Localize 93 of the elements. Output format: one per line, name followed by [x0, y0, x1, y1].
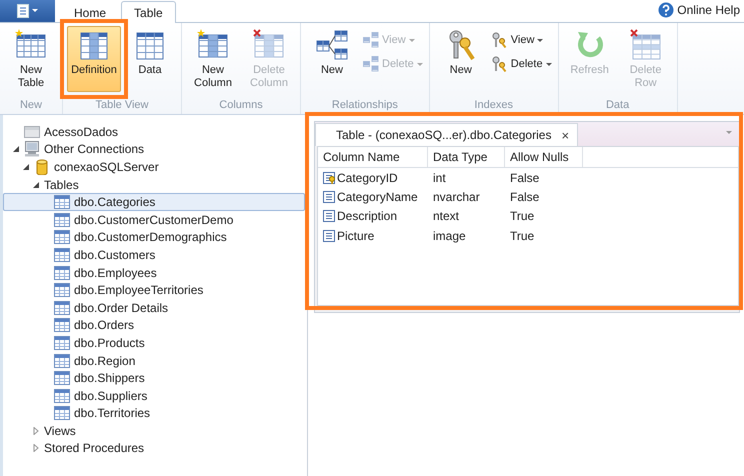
column-header[interactable]: Allow Nulls — [505, 147, 583, 167]
document-icon — [16, 4, 28, 18]
tree-item[interactable]: dbo.Orders — [3, 316, 305, 334]
table-icon — [54, 194, 70, 210]
tree-item[interactable]: dbo.CustomerDemographics — [3, 228, 305, 246]
table-icon — [54, 229, 70, 246]
ribbon-button[interactable]: Delete — [490, 54, 554, 74]
close-button[interactable]: × — [561, 128, 570, 142]
table-cell: False — [510, 190, 540, 204]
ribbon-button[interactable]: Data — [123, 26, 177, 92]
computer-icon — [24, 141, 40, 158]
table-cell: image — [433, 228, 466, 243]
table-icon — [54, 282, 70, 298]
ribbon-button[interactable]: Definition — [67, 26, 121, 92]
caret-icon — [726, 131, 733, 135]
table-icon — [54, 264, 70, 281]
folder-icon — [24, 124, 40, 140]
key-icon — [492, 56, 508, 72]
app-menu-button[interactable] — [0, 0, 55, 22]
group-label: Relationships — [330, 99, 399, 113]
table-icon — [54, 212, 70, 228]
menu-tab[interactable]: Home — [61, 2, 120, 22]
table-icon — [54, 388, 70, 404]
tree-item[interactable]: dbo.Employees — [3, 264, 305, 282]
table-cell: Description — [337, 209, 398, 224]
collapse-arrow-icon — [22, 162, 30, 171]
expand-arrow-icon — [32, 444, 40, 452]
table-icon — [54, 300, 70, 316]
ribbon-button[interactable]: New Table — [4, 26, 58, 92]
group-label: New — [18, 99, 43, 113]
tree-item[interactable]: Views — [3, 422, 305, 440]
caret-icon — [546, 62, 552, 66]
tree-item[interactable]: dbo.Suppliers — [3, 386, 305, 404]
help-link[interactable]: Online Help — [658, 2, 740, 18]
tree-item[interactable]: Stored Procedures — [3, 440, 305, 458]
table-cell: CategoryID — [337, 170, 398, 185]
table-cell: Picture — [337, 228, 374, 243]
ribbon-button[interactable]: New — [434, 26, 488, 92]
caret-icon — [537, 38, 544, 42]
table-cell: ntext — [433, 209, 460, 224]
relationship-icon — [363, 56, 379, 72]
table-cell: nvarchar — [433, 190, 480, 204]
table-cell: True — [510, 228, 534, 243]
relationship-icon — [363, 32, 379, 48]
table-cell: CategoryName — [337, 190, 418, 204]
table-icon — [54, 352, 70, 369]
database-icon — [34, 158, 50, 175]
collapse-arrow-icon — [32, 180, 40, 189]
table-icon — [54, 334, 70, 351]
tree-item[interactable]: dbo.Products — [3, 334, 305, 352]
menu-tab[interactable]: Table — [121, 1, 176, 23]
tree-item[interactable]: Tables — [3, 176, 305, 194]
tree-item[interactable]: dbo.CustomerCustomerDemo — [3, 210, 305, 229]
collapse-arrow-icon — [12, 145, 20, 154]
table-icon — [54, 317, 70, 334]
tree-item[interactable]: conexaoSQLServer — [3, 158, 305, 176]
ribbon-button[interactable]: New Column — [186, 26, 240, 92]
column-icon — [323, 230, 335, 242]
table-icon — [54, 370, 70, 386]
ribbon-button[interactable]: View — [490, 30, 554, 50]
column-icon — [323, 190, 335, 203]
tree-item[interactable]: dbo.Categories — [3, 193, 305, 211]
column-header[interactable]: Data Type — [428, 147, 505, 167]
caret-icon — [408, 38, 415, 42]
group-label: Data — [604, 99, 630, 113]
tree-item[interactable]: dbo.Shippers — [3, 369, 305, 387]
relationship-icon — [316, 29, 348, 61]
ribbon-button[interactable]: New — [305, 26, 359, 92]
group-label: Table View — [94, 99, 150, 113]
key-icon — [492, 32, 508, 48]
caret-icon — [32, 9, 38, 13]
group-label: Indexes — [473, 99, 514, 113]
tree-item[interactable]: Other Connections — [3, 140, 305, 158]
table-cell: False — [510, 170, 540, 185]
table-icon — [630, 29, 662, 61]
primary-key-icon — [323, 172, 335, 184]
document-tab[interactable]: Table - (conexaoSQ...er).dbo.Categories × — [315, 123, 578, 146]
caret-icon — [416, 62, 423, 66]
table-icon — [54, 405, 70, 422]
column-header[interactable]: Column Name — [318, 147, 428, 167]
tree-item[interactable]: dbo.Order Details — [3, 298, 305, 317]
tree-item[interactable]: AcessoDados — [3, 123, 305, 141]
group-label: Columns — [218, 99, 264, 113]
tree-item[interactable]: dbo.Customers — [3, 246, 305, 264]
column-icon — [323, 210, 335, 222]
table-icon — [54, 246, 70, 263]
table-cell: True — [510, 209, 534, 224]
expand-arrow-icon — [32, 426, 40, 435]
table-cell: int — [433, 170, 446, 185]
tree-item[interactable]: dbo.Territories — [3, 404, 305, 422]
tab-title: Table - (conexaoSQ...er).dbo.Categories — [336, 128, 552, 142]
tree-item[interactable]: dbo.Region — [3, 352, 305, 370]
tree-item[interactable]: dbo.EmployeeTerritories — [3, 281, 305, 299]
